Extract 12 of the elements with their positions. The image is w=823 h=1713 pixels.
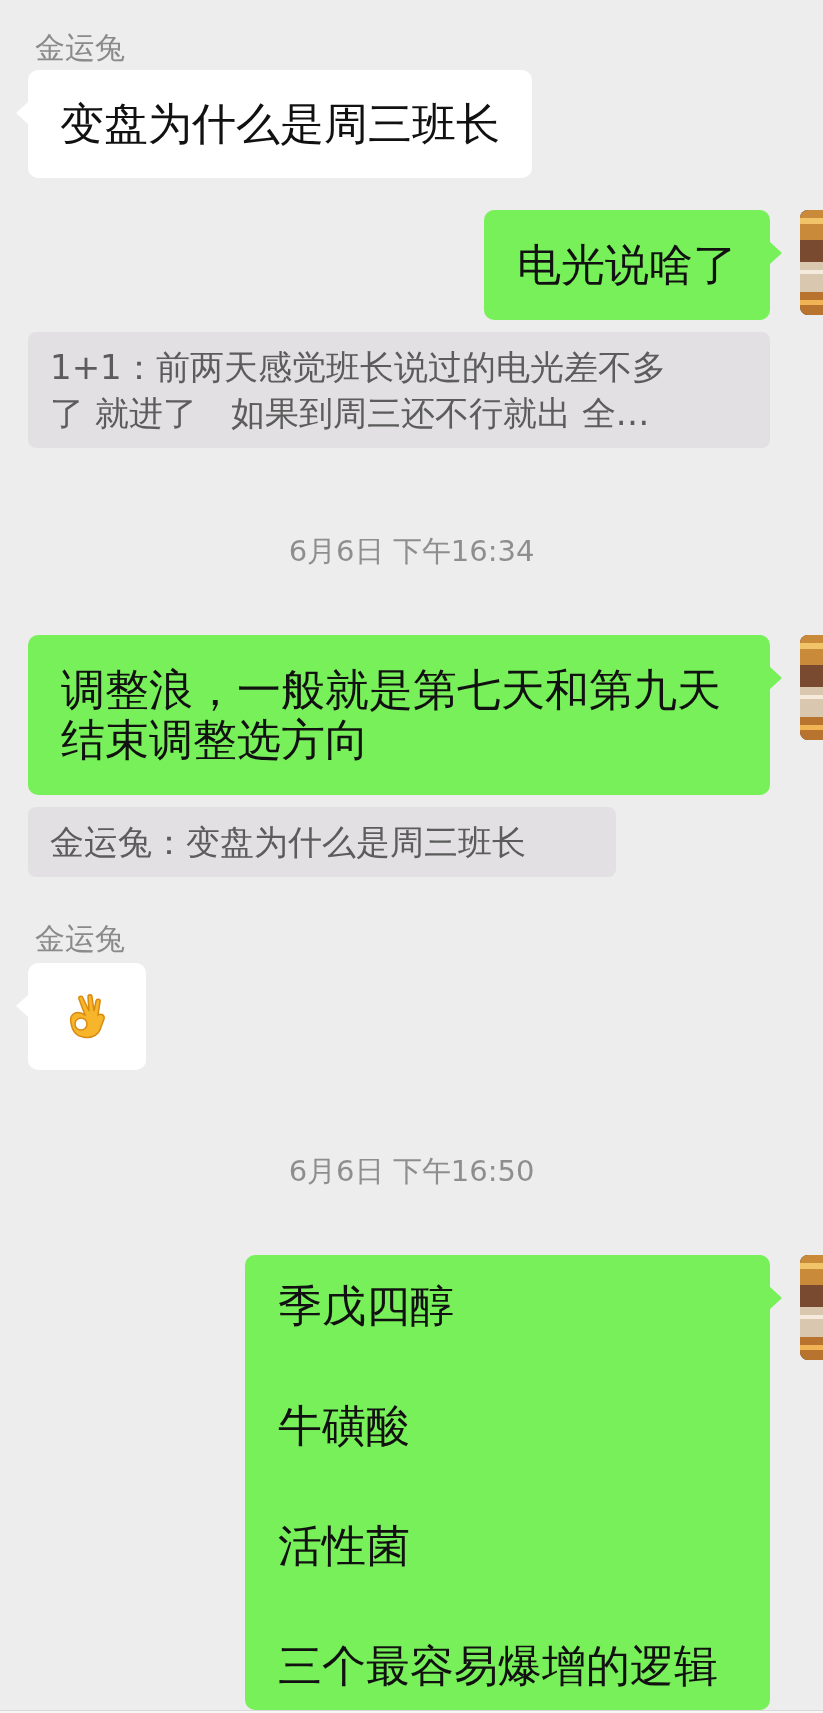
quoted-message: 金运兔：变盘为什么是周三班长 <box>28 807 616 877</box>
message-line: 牛磺酸 <box>278 1401 410 1451</box>
message-line: 季戊四醇 <box>278 1281 454 1331</box>
bubble-tail-icon <box>770 667 782 689</box>
message-line: 三个最容易爆增的逻辑 <box>278 1641 718 1691</box>
sender-name: 金运兔 <box>35 30 125 66</box>
sender-name: 金运兔 <box>35 921 125 957</box>
timestamp: 6月6日 下午16:50 <box>288 1153 535 1189</box>
bubble-tail-icon <box>770 242 782 264</box>
timestamp: 6月6日 下午16:34 <box>288 533 535 569</box>
quoted-message: 1+1：前两天感觉班长说过的电光差不多了 就进了 如果到周三还不行就出 全… <box>28 332 770 448</box>
message-line: 活性菌 <box>278 1521 410 1571</box>
